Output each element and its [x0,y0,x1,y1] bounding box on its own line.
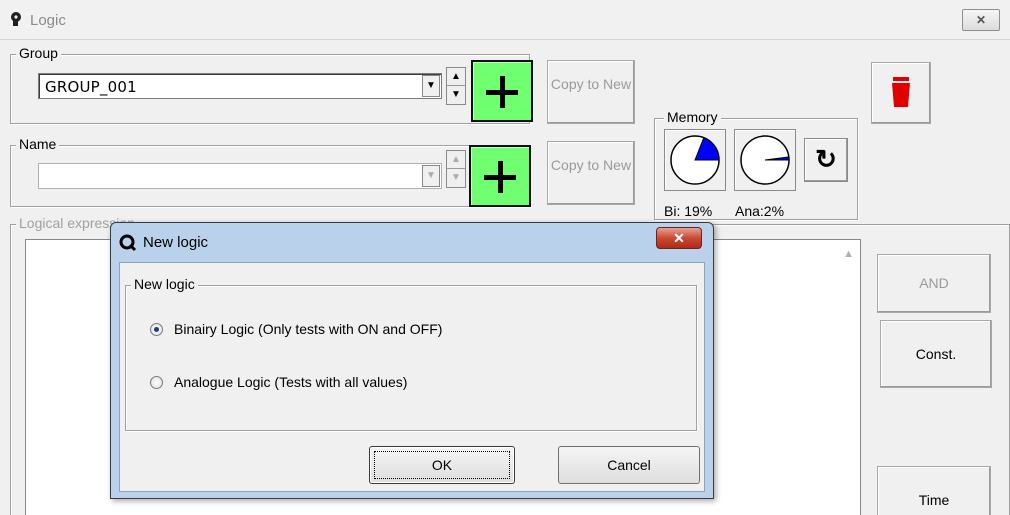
window-title: Logic [30,12,66,29]
const-button[interactable]: Const. [880,320,992,388]
new-logic-legend: New logic [131,276,198,292]
logic-icon [119,234,137,252]
copy-to-new-name-label: Copy to New [550,157,632,173]
spin-up-icon[interactable]: ▲ [447,68,465,86]
head-gear-icon [11,12,21,26]
chevron-down-icon[interactable]: ▼ [422,165,440,187]
ok-button-label: OK [431,457,453,473]
group-combobox[interactable]: GROUP_001 ▼ [38,73,442,99]
spin-down-icon[interactable]: ▼ [447,86,465,104]
time-button-label: Time [918,492,950,508]
window-close-button[interactable]: ✕ [962,9,1000,31]
ana-pie-icon [740,135,790,185]
scroll-up-icon[interactable]: ▲ [843,248,854,260]
spin-down-icon[interactable]: ▼ [447,169,465,187]
spin-up-icon[interactable]: ▲ [447,151,465,169]
name-combobox[interactable]: ▼ [38,163,442,189]
name-legend: Name [16,136,60,152]
and-button-label: AND [919,275,949,291]
group-legend: Group [16,45,61,61]
add-group-button[interactable] [471,60,533,122]
time-button[interactable]: Time [877,466,991,515]
memory-legend: Memory [664,109,721,125]
bi-memory-label: Bi: 19% [664,203,713,219]
dialog-title: New logic [143,234,209,251]
ok-button[interactable]: OK [369,446,515,484]
trash-icon [892,77,910,107]
ana-memory-gauge [734,129,796,191]
cancel-button[interactable]: Cancel [558,446,700,484]
chevron-down-icon[interactable]: ▼ [422,75,440,97]
refresh-icon: ↻ [815,144,837,174]
dialog-body: New logic Binairy Logic (Only tests with… [119,262,705,492]
refresh-memory-button[interactable]: ↻ [804,138,848,182]
name-spinner[interactable]: ▲ ▼ [446,150,466,188]
title-bar: Logic ✕ [0,0,1010,40]
const-button-label: Const. [915,346,957,362]
close-icon: ✕ [673,230,685,246]
copy-to-new-name-button[interactable]: Copy to New [547,141,635,205]
group-spinner[interactable]: ▲ ▼ [446,67,466,105]
copy-to-new-group-button[interactable]: Copy to New [547,60,635,124]
binairy-logic-label[interactable]: Binairy Logic (Only tests with ON and OF… [174,321,442,337]
bi-pie-icon [670,135,720,185]
bi-memory-gauge [664,129,726,191]
cancel-button-label: Cancel [607,457,651,473]
group-combobox-value: GROUP_001 [45,78,137,96]
add-name-button[interactable] [469,145,531,207]
and-button[interactable]: AND [877,254,991,313]
dialog-close-button[interactable]: ✕ [656,227,702,249]
analogue-logic-radio[interactable] [150,376,163,389]
copy-to-new-group-label: Copy to New [550,76,632,92]
analogue-logic-label[interactable]: Analogue Logic (Tests with all values) [174,374,407,390]
new-logic-dialog: New logic ✕ New logic Binairy Logic (Onl… [110,222,714,499]
binairy-logic-radio[interactable] [150,323,163,336]
ana-memory-label: Ana:2% [735,203,785,219]
new-logic-group [125,285,697,431]
delete-button[interactable] [871,62,931,124]
